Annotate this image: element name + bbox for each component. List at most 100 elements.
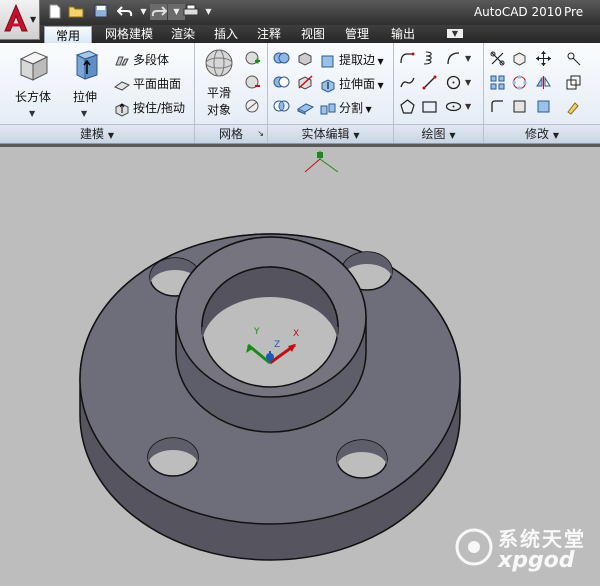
spline-icon[interactable] <box>398 73 417 92</box>
smooth-sphere-icon <box>205 49 233 77</box>
3d-polar-array-icon[interactable] <box>510 73 529 92</box>
panel-title-solid-editing-label: 实体编辑 <box>301 127 350 141</box>
match-properties-icon[interactable] <box>564 97 583 116</box>
extrude-faces-button[interactable]: 拉伸面 ▼ <box>320 75 384 93</box>
tab-insert[interactable]: 插入 <box>207 25 245 43</box>
chevron-down-icon[interactable]: ▼ <box>465 54 471 63</box>
union-icon[interactable] <box>272 49 291 68</box>
chevron-down-icon: ▼ <box>552 131 559 140</box>
move-icon[interactable] <box>534 49 553 68</box>
open-folder-icon[interactable] <box>67 4 84 20</box>
presspull-icon <box>115 102 129 117</box>
panel-modify: 修改 ▼ <box>484 43 600 143</box>
panel-modeling: 长方体 ▼ 拉伸 ▼ 多段体 平面曲面 按住/拖动 建模 ▼ <box>0 43 195 143</box>
panel-title-modeling-label: 建模 <box>80 127 105 141</box>
rectangle-icon[interactable] <box>420 97 439 116</box>
panel-title-modify[interactable]: 修改 ▼ <box>484 124 600 143</box>
chevron-down-icon[interactable]: ▼ <box>465 102 471 111</box>
panel-title-modify-label: 修改 <box>525 127 550 141</box>
box-button[interactable]: 长方体 ▼ <box>8 47 58 118</box>
chevron-down-icon: ▼ <box>107 131 114 140</box>
chevron-down-icon: ▼ <box>375 57 384 66</box>
convert-to-solid-icon[interactable] <box>534 97 553 116</box>
arc-icon[interactable] <box>444 49 463 68</box>
tab-mesh-modeling[interactable]: 网格建模 <box>96 25 162 43</box>
panel-title-mesh[interactable]: 网格 ↘ <box>195 124 267 143</box>
new-file-icon[interactable] <box>46 4 63 20</box>
interfere-icon[interactable] <box>296 49 315 68</box>
watermark-line-2: xpgod <box>498 548 575 573</box>
3d-array-icon[interactable] <box>488 73 507 92</box>
watermark-logo-icon <box>455 528 493 566</box>
3d-rotate-icon[interactable] <box>510 49 529 68</box>
undo-icon[interactable] <box>116 4 133 20</box>
dialog-launcher-icon: ↘ <box>257 129 264 138</box>
extract-edges-button[interactable]: 提取边 ▼ <box>320 51 384 69</box>
extract-edges-label: 提取边 <box>339 53 376 67</box>
presspull-button[interactable]: 按住/拖动 <box>114 99 185 117</box>
tab-home[interactable]: 常用 <box>44 26 92 44</box>
line-icon[interactable] <box>420 73 439 92</box>
smooth-object-label-2: 对象 <box>206 103 231 117</box>
fillet-edge-icon[interactable] <box>488 97 507 116</box>
panel-title-draw-label: 绘图 <box>421 127 446 141</box>
intersect-icon[interactable] <box>272 97 291 116</box>
chevron-down-icon: ▼ <box>363 105 372 114</box>
tab-render[interactable]: 渲染 <box>164 25 202 43</box>
redo-icon[interactable] <box>150 4 167 20</box>
print-icon[interactable] <box>182 4 199 20</box>
thicken-icon[interactable] <box>296 97 315 116</box>
smooth-object-button[interactable]: 平滑 对象 <box>198 47 240 118</box>
panel-draw: ▼ ▼ ▼ 绘图 ▼ <box>394 43 484 143</box>
application-menu-button[interactable]: ▼ <box>0 0 40 40</box>
quick-access-menu-icon[interactable]: ▼ <box>200 4 217 20</box>
save-icon[interactable] <box>92 4 109 20</box>
planar-surface-button[interactable]: 平面曲面 <box>113 75 181 93</box>
separate-button[interactable]: 分割 ▼ <box>320 99 372 117</box>
drawing-viewport[interactable]: Y Z X 系统天堂 xpgod <box>0 144 600 583</box>
tab-output[interactable]: 输出 <box>384 25 422 43</box>
align-icon[interactable] <box>564 49 583 68</box>
subtract-icon[interactable] <box>272 73 291 92</box>
svg-text:Z: Z <box>274 340 280 350</box>
panel-title-draw[interactable]: 绘图 ▼ <box>394 124 483 143</box>
ribbon-minimize-icon[interactable]: ▼ <box>440 25 470 43</box>
chevron-down-icon: ▼ <box>353 131 360 140</box>
extrude-icon <box>75 50 99 80</box>
extrude-button[interactable]: 拉伸 ▼ <box>62 47 108 118</box>
window-title: AutoCAD 2010 <box>473 5 562 19</box>
3d-scale-icon[interactable] <box>564 73 583 92</box>
chamfer-edge-icon[interactable] <box>510 97 529 116</box>
svg-text:X: X <box>293 329 299 339</box>
slice-icon[interactable] <box>296 73 315 92</box>
flange-3d-model <box>79 233 461 561</box>
svg-text:Y: Y <box>253 327 260 337</box>
smooth-more-icon[interactable] <box>243 49 262 68</box>
smooth-less-icon[interactable] <box>243 73 262 92</box>
tab-annotate[interactable]: 注释 <box>250 25 288 43</box>
polygon-icon[interactable] <box>398 97 417 116</box>
ribbon-tab-bar: 常用 网格建模 渲染 插入 注释 视图 管理 输出 ▼ <box>0 25 600 44</box>
circle-icon[interactable] <box>444 73 463 92</box>
tab-manage[interactable]: 管理 <box>338 25 376 43</box>
title-bar: ▼ ▼ ▼ AutoCAD 2010 Pre <box>0 0 600 25</box>
3d-mirror-icon[interactable] <box>534 73 553 92</box>
world-ucs-icon <box>304 151 339 173</box>
refine-mesh-icon[interactable] <box>243 97 262 116</box>
polyline-icon[interactable] <box>398 49 417 68</box>
extract-edges-icon <box>321 55 334 67</box>
helix-icon[interactable] <box>420 49 439 68</box>
box-label: 长方体 <box>14 90 51 104</box>
ellipse-icon[interactable] <box>444 97 463 116</box>
3d-move-icon[interactable] <box>488 49 507 68</box>
polysolid-button[interactable]: 多段体 <box>114 51 169 69</box>
panel-solid-editing: 提取边 ▼ 拉伸面 ▼ 分割 ▼ 实体编辑 ▼ <box>268 43 394 143</box>
window-title-overflow: Pre <box>564 5 584 19</box>
chevron-down-icon: ▼ <box>30 15 37 24</box>
extrude-faces-icon <box>321 78 335 93</box>
chevron-down-icon[interactable]: ▼ <box>465 78 471 87</box>
panel-title-solid-editing[interactable]: 实体编辑 ▼ <box>268 124 393 143</box>
panel-title-modeling[interactable]: 建模 ▼ <box>0 124 194 143</box>
smooth-object-label-1: 平滑 <box>206 86 231 100</box>
tab-view[interactable]: 视图 <box>294 25 332 43</box>
